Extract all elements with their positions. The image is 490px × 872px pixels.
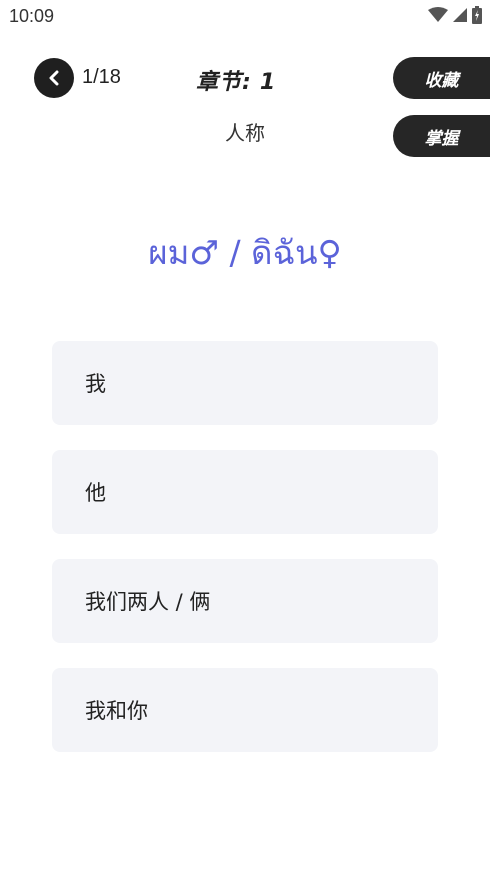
answer-option-2[interactable]: 他 bbox=[52, 450, 438, 534]
answer-option-4[interactable]: 我和你 bbox=[52, 668, 438, 752]
answer-option-label: 他 bbox=[85, 481, 106, 505]
chapter-label: 章节: bbox=[196, 70, 252, 95]
progress-counter: 1/18 bbox=[82, 66, 121, 88]
status-bar: 10:09 bbox=[0, 0, 490, 32]
status-icons bbox=[428, 6, 482, 24]
answer-option-3[interactable]: 我们两人 / 俩 bbox=[52, 559, 438, 643]
answer-option-label: 我们两人 / 俩 bbox=[85, 590, 211, 614]
wifi-icon bbox=[428, 7, 448, 22]
question-word: ผม♂ / ดิฉัน♀ bbox=[148, 233, 342, 272]
favorite-button[interactable]: 收藏 bbox=[393, 57, 490, 99]
answer-option-label: 我和你 bbox=[85, 699, 148, 723]
answer-option-1[interactable]: 我 bbox=[52, 341, 438, 425]
back-button[interactable] bbox=[34, 58, 74, 98]
status-time: 10:09 bbox=[9, 6, 55, 26]
answer-option-label: 我 bbox=[85, 372, 106, 396]
chapter-title: 章节: 1 bbox=[196, 64, 276, 96]
mastered-label: 掌握 bbox=[424, 128, 459, 149]
signal-icon bbox=[453, 8, 467, 22]
chevron-left-icon bbox=[49, 70, 59, 86]
battery-icon bbox=[472, 6, 482, 24]
favorite-label: 收藏 bbox=[424, 70, 459, 91]
chapter-number: 1 bbox=[259, 70, 277, 95]
mastered-button[interactable]: 掌握 bbox=[393, 115, 490, 157]
